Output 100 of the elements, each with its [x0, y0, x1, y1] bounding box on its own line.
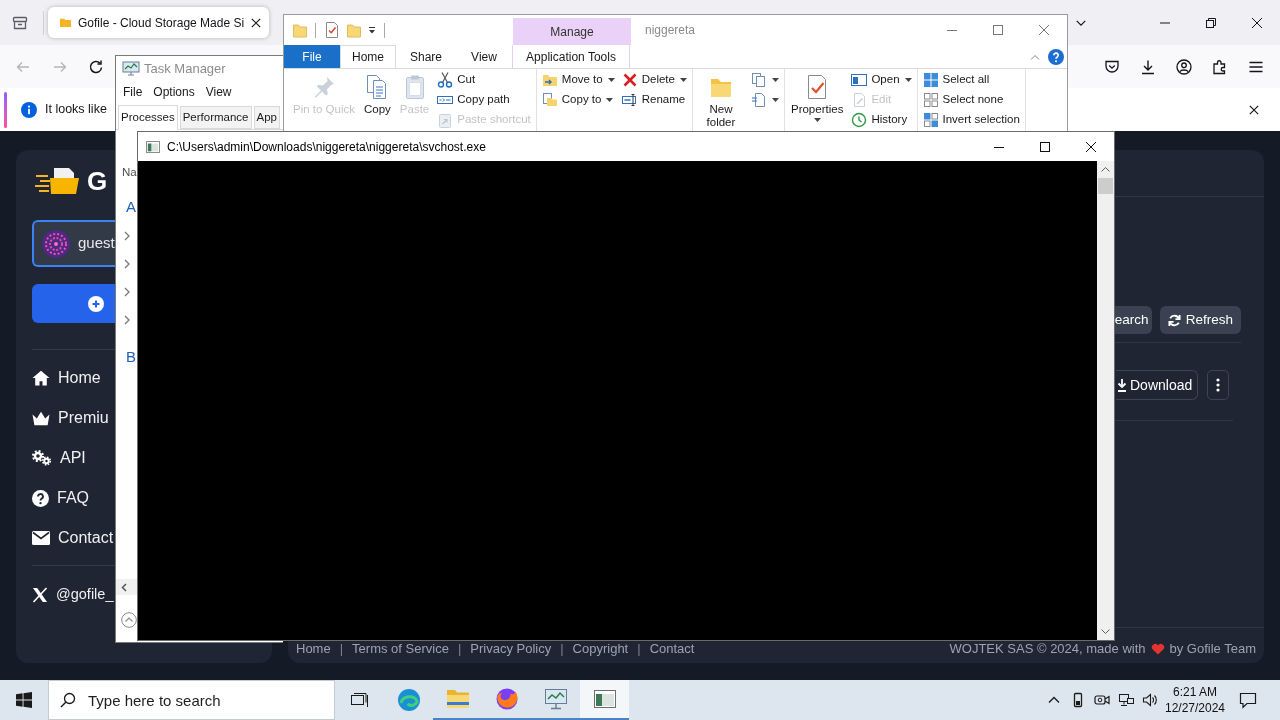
user-card[interactable]: guest [32, 220, 115, 267]
ribbon-button[interactable]: Delete [621, 70, 687, 90]
column-header: Na [122, 165, 137, 179]
ribbon-tab[interactable]: View [456, 45, 512, 68]
window-icon [592, 687, 617, 711]
browser-tab[interactable]: Gofile - Cloud Storage Made Si [48, 7, 269, 38]
ribbon-tab[interactable]: File [284, 45, 340, 68]
window-title: Task Manager [144, 59, 226, 78]
ribbon-tab[interactable]: Share [396, 45, 456, 68]
puzzle-icon[interactable] [1212, 58, 1228, 75]
nav-link[interactable]: Home [32, 366, 101, 390]
caret-icon[interactable] [368, 26, 376, 34]
tab[interactable]: App [253, 106, 280, 129]
ribbon-button[interactable]: Properties [789, 70, 845, 122]
ribbon-button[interactable]: New folder [697, 70, 744, 129]
x-icon [32, 587, 48, 603]
home-icon [32, 370, 50, 386]
copyright-text: WOJTEK SAS © 2024, made with [949, 641, 1146, 656]
chevron-right-icon[interactable] [124, 315, 130, 325]
download-button[interactable]: Download [1116, 370, 1198, 400]
gears-icon [32, 450, 52, 466]
tab[interactable]: Processes [118, 105, 178, 130]
chevron-right-icon[interactable] [124, 231, 130, 241]
close-icon[interactable] [251, 17, 262, 28]
pencil-document-icon [851, 92, 868, 108]
ribbon-button[interactable]: Select all [922, 70, 1020, 90]
refresh-icon [1167, 313, 1181, 327]
folder-icon [60, 18, 71, 27]
maximize-icon[interactable] [1040, 141, 1050, 152]
menu-item[interactable]: File [123, 83, 143, 101]
ribbon-button[interactable]: Open [851, 70, 912, 90]
vertical-scrollbar[interactable] [1097, 161, 1114, 640]
ribbon-button[interactable]: Copy to [541, 90, 615, 110]
search-button[interactable]: earch [1113, 306, 1152, 334]
ribbon-button[interactable]: Copy [363, 70, 392, 116]
ribbon-tab[interactable]: Home [340, 45, 396, 68]
ribbon-button[interactable]: History [851, 110, 912, 130]
footer-separator: | [339, 641, 344, 656]
close-icon[interactable] [1249, 104, 1259, 115]
folder-icon [445, 687, 470, 711]
scrollbar-thumb[interactable] [1098, 178, 1113, 194]
chevron-right-icon[interactable] [124, 287, 130, 297]
folder-arrow-icon [541, 72, 558, 88]
ribbon-button[interactable]: Select none [922, 90, 1020, 110]
ribbon-button[interactable] [750, 90, 779, 110]
ribbon-button[interactable]: Copy path [437, 90, 531, 110]
horizontal-scrollbar[interactable] [116, 579, 137, 595]
close-icon[interactable] [1086, 141, 1096, 152]
window-icon [851, 72, 868, 88]
footer-link[interactable]: Privacy Policy [470, 641, 552, 656]
info-icon [21, 101, 37, 118]
checkmark-document-icon[interactable] [325, 22, 339, 38]
chevron-right-icon[interactable] [124, 259, 130, 269]
box-icon[interactable] [12, 14, 28, 31]
ribbon-button[interactable]: Rename [621, 90, 687, 110]
menu-item[interactable]: View [205, 83, 232, 101]
refresh-button[interactable]: Refresh [1159, 306, 1241, 334]
empty-grid-icon [922, 92, 939, 108]
clock-time: 6:21 AM [1173, 684, 1217, 700]
fox-globe-icon [494, 687, 519, 711]
nav-link[interactable]: API [32, 446, 86, 470]
more-button[interactable] [1207, 370, 1229, 400]
footer-link[interactable]: Home [296, 641, 331, 656]
video-camera-icon[interactable] [1094, 692, 1110, 708]
ribbon-button[interactable]: Move to [541, 70, 615, 90]
network-icon[interactable] [1118, 692, 1134, 708]
nav-link[interactable]: Premiu [32, 406, 109, 430]
document-icon [750, 92, 767, 108]
ribbon-button[interactable]: Invert selection [922, 110, 1020, 130]
plus-button[interactable] [32, 284, 115, 323]
nav-link[interactable]: Contact [32, 526, 114, 550]
footer-link[interactable]: Contact [649, 641, 695, 656]
plus-circle-icon [88, 295, 104, 312]
start-icon[interactable] [16, 692, 32, 708]
more-vertical-icon [1216, 378, 1220, 392]
social-link[interactable]: @gofile_ [32, 583, 114, 607]
close-icon[interactable] [1252, 17, 1262, 28]
taskbar-button[interactable] [580, 680, 629, 720]
crown-icon [32, 410, 50, 426]
section-heading: A [126, 198, 136, 216]
restore-icon[interactable] [1206, 17, 1216, 28]
ribbon-button[interactable]: Cut [437, 70, 531, 90]
tab[interactable]: Performance [179, 106, 252, 129]
reload-icon[interactable] [88, 58, 104, 75]
download-icon[interactable] [1140, 58, 1156, 75]
task-view-icon[interactable] [350, 692, 369, 708]
footer-separator: | [637, 641, 641, 656]
menu-item[interactable]: Options [153, 83, 195, 101]
speaker-icon[interactable] [1142, 692, 1158, 708]
search-field[interactable]: Type here to search [48, 680, 335, 720]
footer-link[interactable]: Copyright [572, 641, 629, 656]
chevron-up-circle-icon[interactable] [121, 612, 137, 628]
pocket-icon[interactable] [1104, 58, 1120, 75]
account-icon[interactable] [1176, 58, 1192, 75]
help-icon[interactable] [1048, 48, 1064, 65]
ribbon-button[interactable] [750, 70, 779, 90]
footer-link[interactable]: Terms of Service [352, 641, 449, 656]
nav-link[interactable]: FAQ [32, 486, 89, 510]
caret-icon [771, 98, 779, 102]
notification-icon[interactable] [1239, 691, 1257, 709]
